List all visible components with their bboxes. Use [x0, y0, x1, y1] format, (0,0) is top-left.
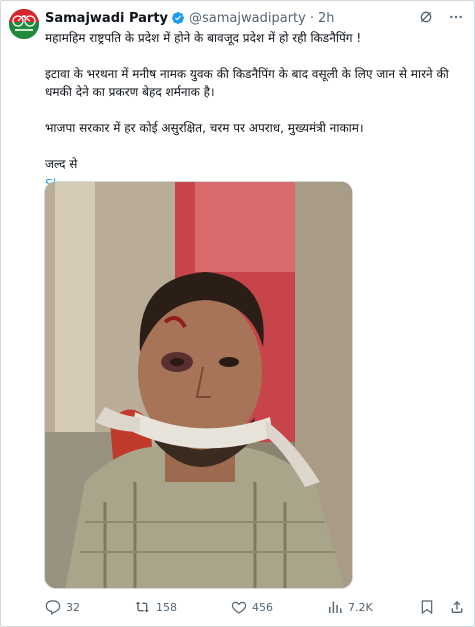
time-separator: ·: [309, 10, 314, 26]
bookmark-icon: [421, 600, 433, 615]
reply-count: 32: [66, 600, 80, 614]
action-bar: 32 158 456 7.2K: [45, 597, 465, 617]
tweet-text: महामहिम राष्ट्रपति के प्रदेश में होने के…: [45, 29, 465, 193]
tweet-line-3: भाजपा सरकार में हर कोई असुरक्षित, चरम पर…: [45, 121, 364, 135]
samajwadi-cycle-logo-icon: [9, 9, 39, 39]
avatar[interactable]: [9, 9, 39, 39]
more-options-icon[interactable]: [448, 9, 464, 25]
author-handle[interactable]: @samajwadiparty: [189, 11, 306, 26]
top-actions: [418, 9, 464, 25]
like-button[interactable]: 456: [231, 597, 273, 617]
author-name[interactable]: Samajwadi Party: [45, 11, 168, 26]
share-button[interactable]: [449, 597, 465, 617]
tweet-line-2: इटावा के भरथना में मनीष नामक युवक की किड…: [45, 67, 449, 99]
repost-button[interactable]: 158: [135, 597, 177, 617]
tweet-header: Samajwadi Party @samajwadiparty · 2h: [45, 9, 334, 27]
tweet-card[interactable]: Samajwadi Party @samajwadiparty · 2h महा…: [0, 0, 475, 627]
views-button[interactable]: 7.2K: [327, 597, 373, 617]
post-time[interactable]: 2h: [318, 11, 335, 26]
reply-button[interactable]: 32: [45, 597, 80, 617]
views-icon: [329, 601, 342, 613]
grok-icon[interactable]: [418, 9, 434, 25]
repost-icon: [135, 601, 149, 613]
repost-count: 158: [156, 600, 177, 614]
views-count: 7.2K: [348, 600, 373, 614]
photo-injured-man-gagged-icon: [45, 182, 352, 588]
bookmark-button[interactable]: [419, 597, 435, 617]
tweet-line-1: महामहिम राष्ट्रपति के प्रदेश में होने के…: [45, 31, 362, 45]
share-icon: [451, 601, 463, 613]
like-count: 456: [252, 600, 273, 614]
reply-icon: [45, 600, 61, 615]
tweet-photo[interactable]: [44, 181, 353, 589]
verified-badge-icon[interactable]: [171, 11, 185, 25]
tweet-line-4: जल्द से: [45, 157, 78, 171]
heart-icon: [231, 601, 247, 614]
